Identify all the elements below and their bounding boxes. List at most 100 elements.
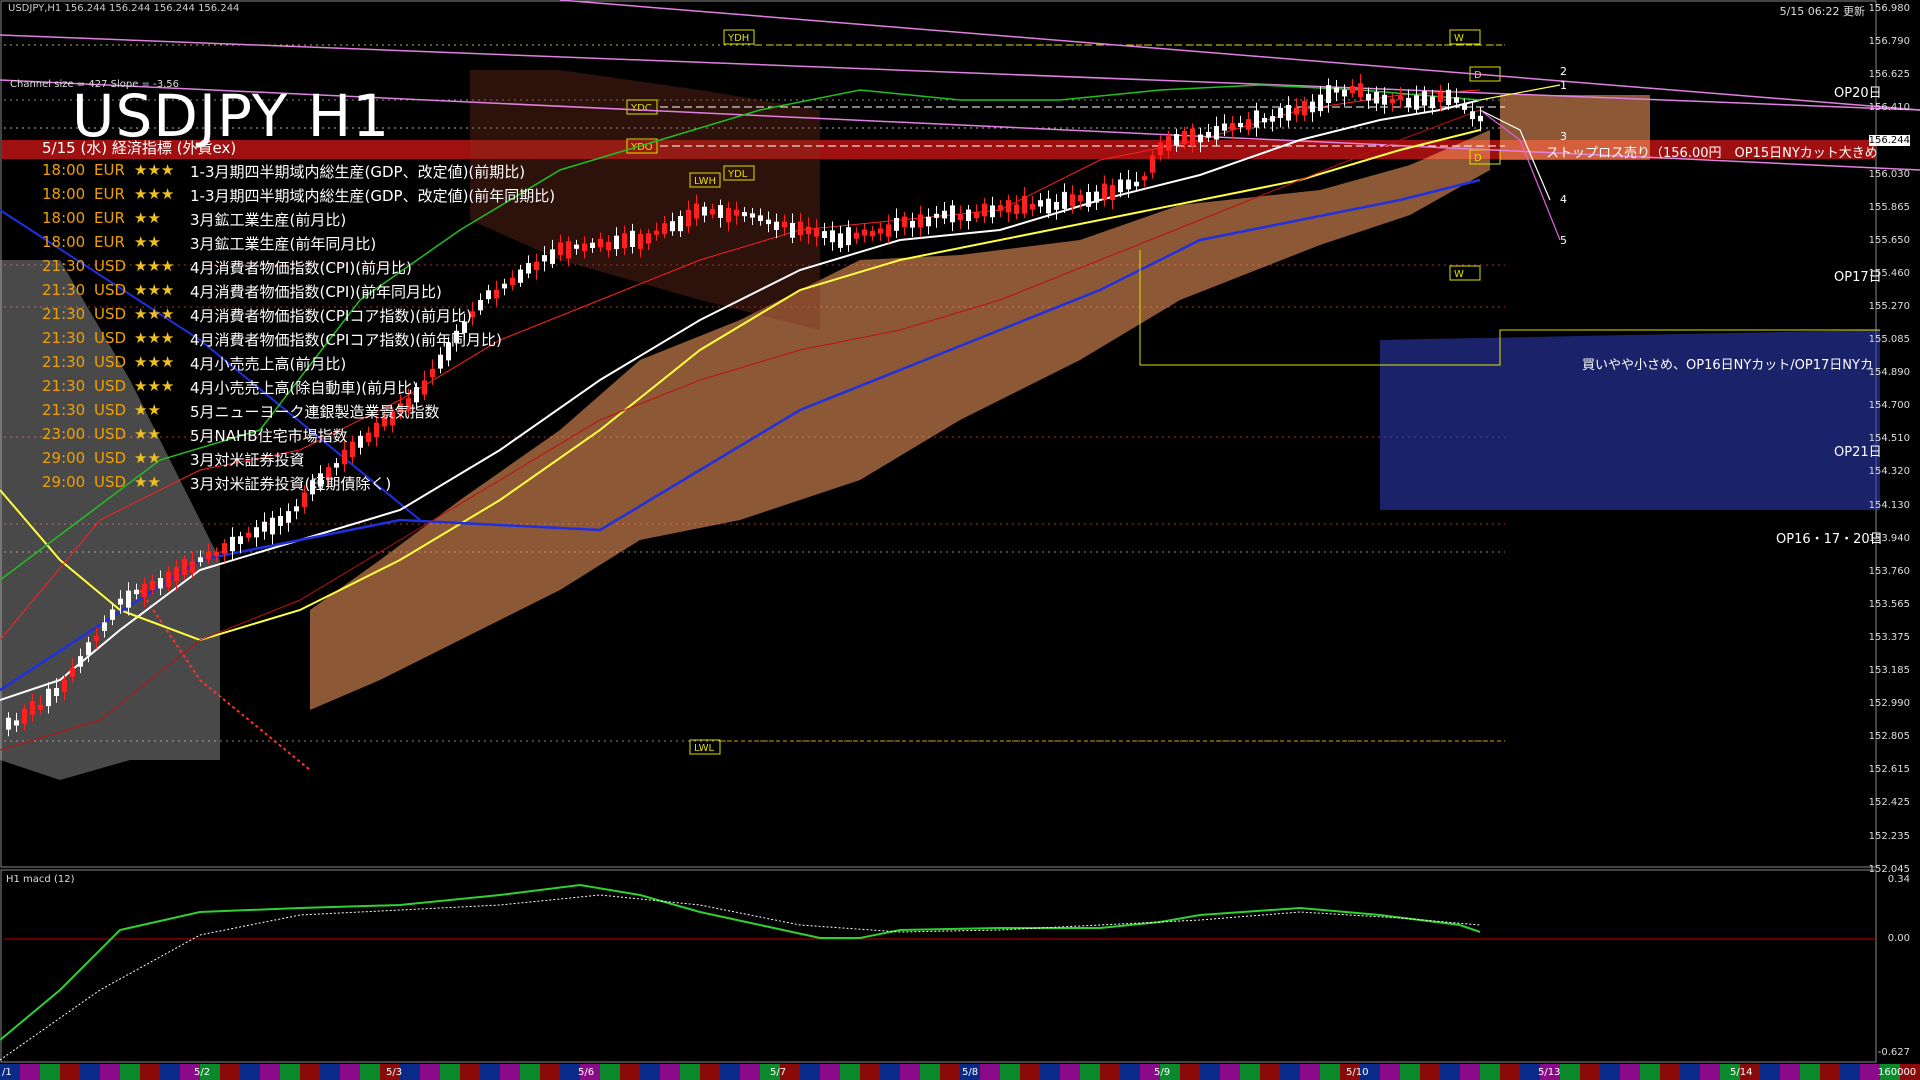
- price-tick-label: 154.700: [1868, 400, 1910, 412]
- date-tick-label: 5/13: [1538, 1067, 1560, 1078]
- candle-body: [838, 233, 843, 248]
- macd-tick-label: 0.34: [1887, 874, 1910, 885]
- date-strip-cell: [1600, 1064, 1620, 1080]
- channel-upper-line-2: [559, 0, 1920, 111]
- candle-body: [430, 368, 435, 378]
- update-timestamp: 5/15 06:22 更新: [1779, 5, 1865, 18]
- candle-body: [598, 238, 603, 248]
- candle-body: [1054, 201, 1059, 210]
- date-strip-cell: [1820, 1064, 1840, 1080]
- price-tick-label: 156.030: [1868, 168, 1910, 180]
- candle-body: [1390, 98, 1395, 104]
- date-strip-cell: [1200, 1064, 1220, 1080]
- candle-body: [238, 536, 243, 545]
- calendar-time: 21:30: [42, 401, 86, 419]
- date-strip-cell: [1100, 1064, 1120, 1080]
- candle-body: [366, 432, 371, 443]
- price-tick-label: 152.045: [1868, 863, 1910, 875]
- candle-body: [1062, 191, 1067, 209]
- candle-body: [1118, 179, 1123, 193]
- candle-body: [14, 720, 19, 726]
- date-strip-cell: [920, 1064, 940, 1080]
- date-strip-cell: [840, 1064, 860, 1080]
- candle-body: [1134, 181, 1139, 187]
- candle-body: [1278, 107, 1283, 118]
- candle-body: [190, 561, 195, 573]
- candle-body: [1374, 91, 1379, 104]
- calendar-cur: EUR: [94, 185, 125, 203]
- candle-body: [1126, 179, 1131, 190]
- date-tick-label: 5/8: [962, 1067, 978, 1078]
- candle-body: [1398, 95, 1403, 100]
- candle-body: [174, 567, 179, 582]
- level-tag-label: LWL: [694, 743, 715, 754]
- wave-label: 2: [1560, 65, 1567, 78]
- candle-body: [214, 551, 219, 556]
- candle-body: [518, 269, 523, 283]
- calendar-event: 1-3月期四半期域内総生産(GDP、改定値)(前期比): [190, 163, 526, 181]
- candle-body: [1270, 116, 1275, 122]
- date-strip-cell: [240, 1064, 260, 1080]
- date-strip-cell: [1640, 1064, 1660, 1080]
- candle-body: [846, 227, 851, 246]
- calendar-stars: ★★★: [134, 305, 175, 323]
- candle-body: [1174, 134, 1179, 146]
- calendar-event: 4月消費者物価指数(CPIコア指数)(前月比): [190, 307, 472, 325]
- date-strip-cell: [1700, 1064, 1720, 1080]
- date-strip-cell: [480, 1064, 500, 1080]
- candle-body: [1070, 194, 1075, 207]
- calendar-time: 29:00: [42, 449, 86, 467]
- candle-body: [1294, 107, 1299, 115]
- candle-body: [1382, 94, 1387, 105]
- date-tick-label: 5/9: [1154, 1067, 1170, 1078]
- candle-body: [510, 277, 515, 286]
- candle-body: [1094, 191, 1099, 203]
- candle-body: [678, 215, 683, 232]
- date-strip-cell: [160, 1064, 180, 1080]
- date-tick-label: 5/6: [578, 1067, 594, 1078]
- candle-body: [1318, 94, 1323, 112]
- calendar-time: 29:00: [42, 473, 86, 491]
- candle-body: [990, 205, 995, 218]
- candle-body: [686, 209, 691, 227]
- date-strip-cell: [1000, 1064, 1020, 1080]
- op20-note: OP20日: [1834, 86, 1882, 101]
- date-strip-cell: [60, 1064, 80, 1080]
- candle-body: [702, 206, 707, 216]
- candle-body: [710, 209, 715, 215]
- calendar-stars: ★★: [134, 473, 161, 491]
- candle-body: [854, 232, 859, 239]
- date-strip-cell: [620, 1064, 640, 1080]
- price-tick-label: 156.244: [1868, 135, 1910, 147]
- calendar-cur: USD: [94, 353, 127, 371]
- candle-body: [30, 701, 35, 715]
- candle-body: [1078, 194, 1083, 202]
- date-strip-cell: [1580, 1064, 1600, 1080]
- price-tick-label: 152.235: [1868, 830, 1910, 842]
- calendar-time: 18:00: [42, 161, 86, 179]
- date-strip-cell: [1120, 1064, 1140, 1080]
- date-strip-cell: [700, 1064, 720, 1080]
- date-strip-cell: [40, 1064, 60, 1080]
- candle-body: [1102, 183, 1107, 200]
- calendar-event: 3月対米証券投資: [190, 451, 305, 469]
- candle-body: [958, 214, 963, 221]
- date-strip-cell: [100, 1064, 120, 1080]
- date-strip-cell: [540, 1064, 560, 1080]
- calendar-event: 3月鉱工業生産(前年同月比): [190, 235, 377, 253]
- date-end-label: 160000: [1878, 1067, 1916, 1078]
- date-strip-cell: [1560, 1064, 1580, 1080]
- candle-body: [1086, 192, 1091, 207]
- candle-body: [1238, 122, 1243, 128]
- candle-body: [1206, 131, 1211, 138]
- candle-body: [574, 244, 579, 249]
- date-strip-cell: [860, 1064, 880, 1080]
- calendar-cur: USD: [94, 257, 127, 275]
- candle-body: [606, 241, 611, 251]
- candle-body: [1326, 85, 1331, 104]
- candle-body: [1190, 128, 1195, 146]
- candle-body: [734, 209, 739, 216]
- chart-window[interactable]: YDH YDC YDO YDL LWH LWL W W D D 21345 /1 5/2 5/3 5/6…: [0, 0, 1920, 1080]
- candle-body: [54, 688, 59, 696]
- date-strip-cell: [440, 1064, 460, 1080]
